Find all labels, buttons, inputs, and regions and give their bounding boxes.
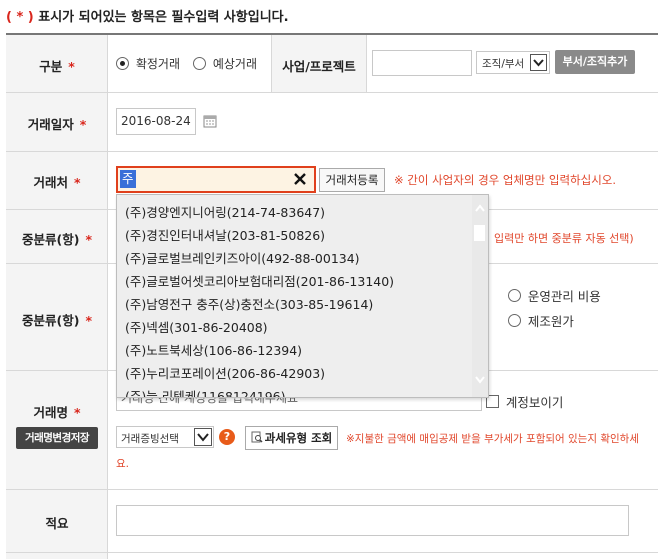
category1-hint: 입력만 하면 중분류 자동 선택) [494,232,634,245]
row-divider [6,92,658,93]
account-view-checkbox[interactable]: 계정보이기 [486,392,563,411]
radio-manufacturing-cost[interactable]: 제조원가 [508,311,574,330]
radio-operation-cost-indicator[interactable] [508,289,521,302]
help-icon[interactable]: ? [219,429,235,445]
vendor-input-value: 주 [120,170,136,188]
tax-type-lookup-button[interactable]: 과세유형 조회 [245,426,338,450]
autocomplete-scrollbar[interactable] [472,195,488,397]
vendor-input[interactable]: 주 [116,166,316,193]
row-divider [6,151,658,152]
radio-expected-indicator[interactable] [193,57,206,70]
vendor-hint: ※ 간이 사업자의 경우 업체명만 입력하십시오. [394,173,617,187]
radio-confirmed-indicator[interactable] [116,57,129,70]
vendor-register-button[interactable]: 거래처등록 [319,168,385,192]
summary-label: 적요 [45,516,69,531]
required-notice-prefix: ( * ) [6,10,34,25]
row-divider [6,489,658,490]
category1-label: 중분류(항) * [22,232,92,247]
radio-operation-cost[interactable]: 운영관리 비용 [508,286,601,305]
trade-name-hint-cont: 요. [116,458,129,470]
required-notice-text: 표시가 되어있는 항목은 필수입력 사항입니다. [38,10,289,25]
summary-input[interactable] [116,505,629,536]
autocomplete-item[interactable]: (주)누리코포레이션(206-86-42903) [125,363,325,382]
autocomplete-item[interactable]: (주)글로벌브레인키즈아이(492-88-00134) [125,248,360,267]
radio-confirmed[interactable]: 확정거래 [116,55,180,72]
row-divider [6,552,658,553]
radio-operation-cost-label: 운영관리 비용 [527,289,601,304]
radio-expected[interactable]: 예상거래 [193,55,257,72]
scroll-down-icon[interactable] [475,373,485,387]
autocomplete-item[interactable]: (주)늘 리텐케(1168124196) [125,386,286,397]
scroll-thumb[interactable] [474,225,485,241]
vendor-label: 거래처 * [33,175,81,190]
dept-select-value: 조직/부서 [482,58,525,70]
required-notice: ( * ) 표시가 되어있는 항목은 필수입력 사항입니다. [6,6,289,25]
radio-manufacturing-cost-indicator[interactable] [508,314,521,327]
scroll-up-icon[interactable] [475,201,485,215]
chevron-down-icon [530,54,547,71]
evidence-select-value: 거래증빙선택 [121,433,179,445]
radio-confirmed-label: 확정거래 [135,57,180,71]
search-icon [251,428,263,450]
evidence-select[interactable]: 거래증빙선택 [116,426,214,448]
add-dept-button[interactable]: 부서/조직추가 [555,50,635,74]
dept-select[interactable]: 조직/부서 [476,51,550,74]
radio-expected-label: 예상거래 [212,57,257,71]
autocomplete-item[interactable]: (주)글로벌어셋코리아보험대리점(201-86-13140) [125,271,394,290]
calendar-icon[interactable] [203,114,217,131]
autocomplete-item[interactable]: (주)경양엔지니어링(214-74-83647) [125,202,325,221]
autocomplete-item[interactable]: (주)노트북세상(106-86-12394) [125,340,302,359]
trade-name-save-button[interactable]: 거래명변경저장 [16,427,98,449]
radio-manufacturing-cost-label: 제조원가 [527,314,574,329]
division-label: 구분 * [39,59,75,74]
clear-icon[interactable] [292,171,308,190]
autocomplete-item[interactable]: (주)경진인터내셔날(203-81-50826) [125,225,325,244]
trade-date-input[interactable]: 2016-08-24 [116,108,196,135]
autocomplete-item[interactable]: (주)남영전구 충주(상)충전소(303-85-19614) [125,294,373,313]
business-input[interactable] [372,50,472,76]
category2-label: 중분류(항) * [22,313,92,328]
trade-date-label: 거래일자 * [27,117,87,132]
autocomplete-item[interactable]: (주)넥셈(301-86-20408) [125,317,268,336]
chevron-down-icon [194,428,212,446]
account-view-label: 계정보이기 [505,395,564,410]
vendor-autocomplete-list[interactable]: (주)경양엔지니어링(214-74-83647) (주)경진인터내셔날(203-… [116,194,489,398]
trade-name-label: 거래명 * [33,405,81,420]
trade-name-hint: ※지불한 금액에 매입공제 받을 부가세가 포함되어 있는지 확인하세 [346,433,639,445]
tax-type-lookup-label: 과세유형 조회 [264,431,333,445]
business-label: 사업/프로젝트 [282,59,356,74]
